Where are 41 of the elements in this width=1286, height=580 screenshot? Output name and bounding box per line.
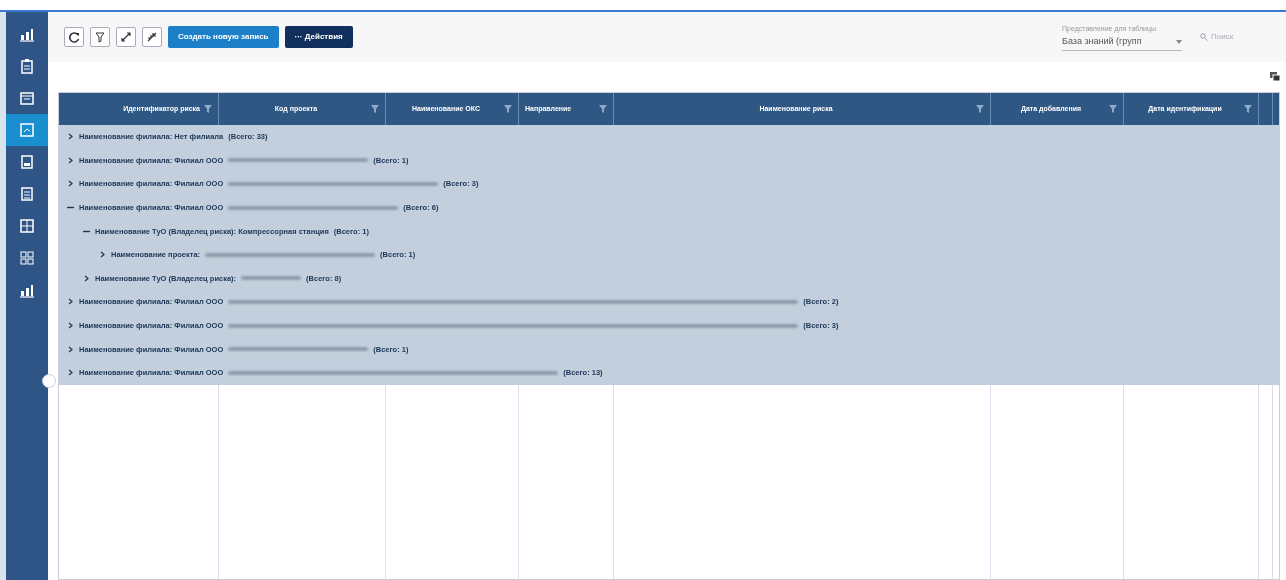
search-icon bbox=[1200, 33, 1208, 41]
expand-icon[interactable] bbox=[67, 180, 74, 188]
filter-icon[interactable] bbox=[371, 105, 379, 113]
expand-icon[interactable] bbox=[67, 369, 74, 377]
expand-arrows-icon bbox=[120, 31, 132, 43]
expand-icon[interactable] bbox=[83, 274, 90, 282]
page-icon bbox=[19, 154, 35, 170]
chart-icon bbox=[19, 26, 35, 42]
create-button[interactable]: Создать новую запись bbox=[168, 26, 279, 48]
expand-icon[interactable] bbox=[67, 298, 74, 306]
filter-button[interactable] bbox=[90, 27, 110, 47]
refresh-icon bbox=[68, 31, 80, 43]
refresh-button[interactable] bbox=[64, 27, 84, 47]
search-field[interactable]: Поиск bbox=[1211, 31, 1271, 43]
chart-page-icon bbox=[19, 122, 35, 138]
expand-icon[interactable] bbox=[67, 345, 74, 353]
collapse-arrows-icon bbox=[146, 31, 158, 43]
filter-icon bbox=[94, 31, 106, 43]
redacted-text bbox=[241, 276, 302, 281]
expand-icon[interactable] bbox=[67, 156, 74, 164]
filter-icon[interactable] bbox=[504, 105, 512, 113]
filter-icon[interactable] bbox=[1109, 105, 1117, 113]
collapse-arrows-button[interactable] bbox=[142, 27, 162, 47]
expand-icon[interactable] bbox=[67, 133, 74, 141]
collapse-handle[interactable] bbox=[42, 374, 56, 388]
expand-icon[interactable] bbox=[99, 251, 106, 259]
expand-icon[interactable] bbox=[67, 322, 74, 330]
actions-button[interactable]: ··· Действия bbox=[284, 26, 353, 48]
clipboard-icon bbox=[19, 58, 35, 74]
copy-icon[interactable] bbox=[1270, 72, 1280, 82]
chart-icon bbox=[19, 282, 35, 298]
view-select[interactable]: База знаний (групп bbox=[1062, 34, 1182, 51]
caret-icon bbox=[1176, 39, 1182, 44]
list-icon bbox=[19, 186, 35, 202]
filter-icon[interactable] bbox=[976, 105, 984, 113]
blocks-icon bbox=[19, 250, 35, 266]
grid-icon bbox=[19, 218, 35, 234]
filter-icon[interactable] bbox=[599, 105, 607, 113]
expand-arrows-button[interactable] bbox=[116, 27, 136, 47]
filter-icon[interactable] bbox=[204, 105, 212, 113]
filter-icon[interactable] bbox=[1244, 105, 1252, 113]
